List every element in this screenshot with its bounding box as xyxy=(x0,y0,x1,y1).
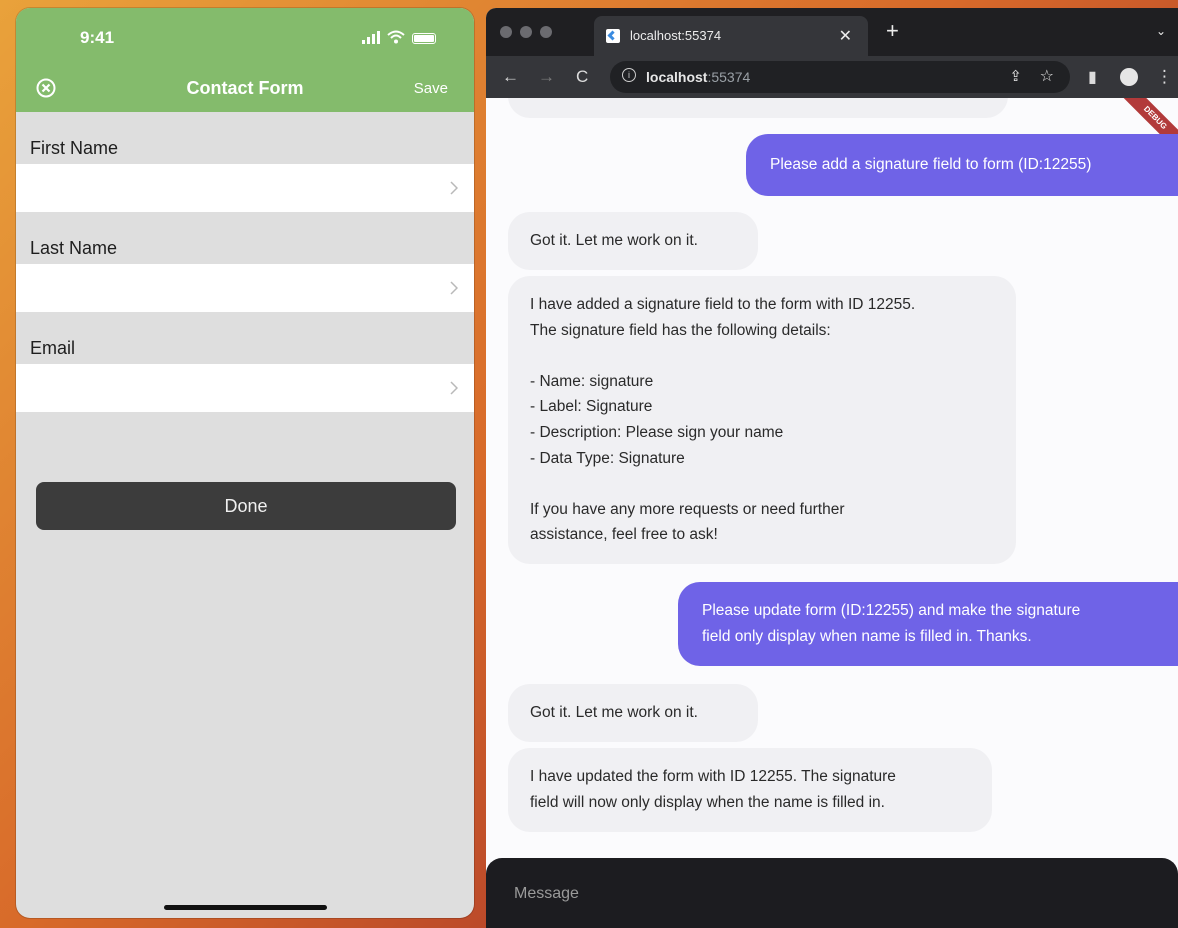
side-panel-icon[interactable]: ▮ xyxy=(1088,67,1097,87)
chevron-right-icon xyxy=(450,381,458,395)
new-tab-button[interactable]: + xyxy=(886,18,899,44)
back-icon[interactable]: ← xyxy=(502,67,519,87)
message-bot: Got it. Let me work on it. xyxy=(508,212,758,270)
message-input[interactable] xyxy=(512,878,1116,910)
email-label: Email xyxy=(30,338,76,358)
minimize-window-button[interactable] xyxy=(520,26,532,38)
chat-area: DEBUG Please add a signature field to fo… xyxy=(486,98,1178,868)
message-user: Please update form (ID:12255) and make t… xyxy=(678,582,1178,666)
last-name-label: Last Name xyxy=(30,238,118,258)
browser-tab[interactable]: localhost:55374 ✕ xyxy=(594,16,868,56)
nav-title: Contact Form xyxy=(186,78,304,98)
flutter-favicon-icon xyxy=(606,29,620,43)
window-controls xyxy=(500,26,552,38)
menu-kebab-icon[interactable]: ⋮ xyxy=(1156,67,1173,87)
tab-close-icon[interactable]: ✕ xyxy=(839,26,852,46)
save-button[interactable]: Save xyxy=(414,80,448,97)
chevron-right-icon xyxy=(450,181,458,195)
tab-search-chevron-icon[interactable]: ⌄ xyxy=(1156,24,1166,38)
reload-icon[interactable]: C xyxy=(576,67,588,87)
first-name-field[interactable] xyxy=(16,164,474,212)
battery-icon xyxy=(412,33,436,44)
bookmark-star-icon[interactable]: ☆ xyxy=(1040,66,1054,86)
done-button[interactable]: Done xyxy=(36,482,456,530)
message-bot: I have added a signature field to the fo… xyxy=(508,276,1016,564)
site-info-icon[interactable]: i xyxy=(622,68,636,82)
phone-header: 9:41 Contact Form Save xyxy=(16,8,474,112)
phone-simulator: 9:41 Contact Form Save First Name Last N… xyxy=(16,8,474,918)
message-bot: Got it. Let me work on it. xyxy=(508,684,758,742)
home-indicator xyxy=(164,905,327,910)
browser-window: localhost:55374 ✕ + ⌄ ← → C i localhost:… xyxy=(486,8,1178,928)
url-text: localhost:55374 xyxy=(646,69,750,85)
forward-icon[interactable]: → xyxy=(538,67,555,87)
status-icons xyxy=(362,30,436,44)
zoom-window-button[interactable] xyxy=(540,26,552,38)
form-fields: First Name Last Name Email xyxy=(16,112,474,412)
wifi-icon xyxy=(387,30,405,44)
url-port: :55374 xyxy=(707,69,751,85)
status-time: 9:41 xyxy=(80,28,115,47)
url-host: localhost xyxy=(646,69,708,85)
signal-icon xyxy=(362,31,380,44)
message-user: Please add a signature field to form (ID… xyxy=(746,134,1178,196)
previous-message-fragment xyxy=(508,98,1008,118)
email-field[interactable] xyxy=(16,364,474,412)
first-name-label: First Name xyxy=(30,138,119,158)
share-icon[interactable]: ⇪ xyxy=(1009,67,1022,85)
last-name-field[interactable] xyxy=(16,264,474,312)
tab-bar: localhost:55374 ✕ + ⌄ xyxy=(486,8,1178,56)
profile-icon[interactable] xyxy=(1120,68,1138,86)
browser-toolbar: ← → C i localhost:55374 ⇪ ☆ ▮ ⋮ xyxy=(486,56,1178,98)
close-window-button[interactable] xyxy=(500,26,512,38)
tab-title: localhost:55374 xyxy=(630,28,722,43)
message-bot: I have updated the form with ID 12255. T… xyxy=(508,748,992,832)
chevron-right-icon xyxy=(450,281,458,295)
address-bar[interactable]: i localhost:55374 ⇪ ☆ xyxy=(610,61,1070,93)
message-composer xyxy=(486,858,1178,928)
